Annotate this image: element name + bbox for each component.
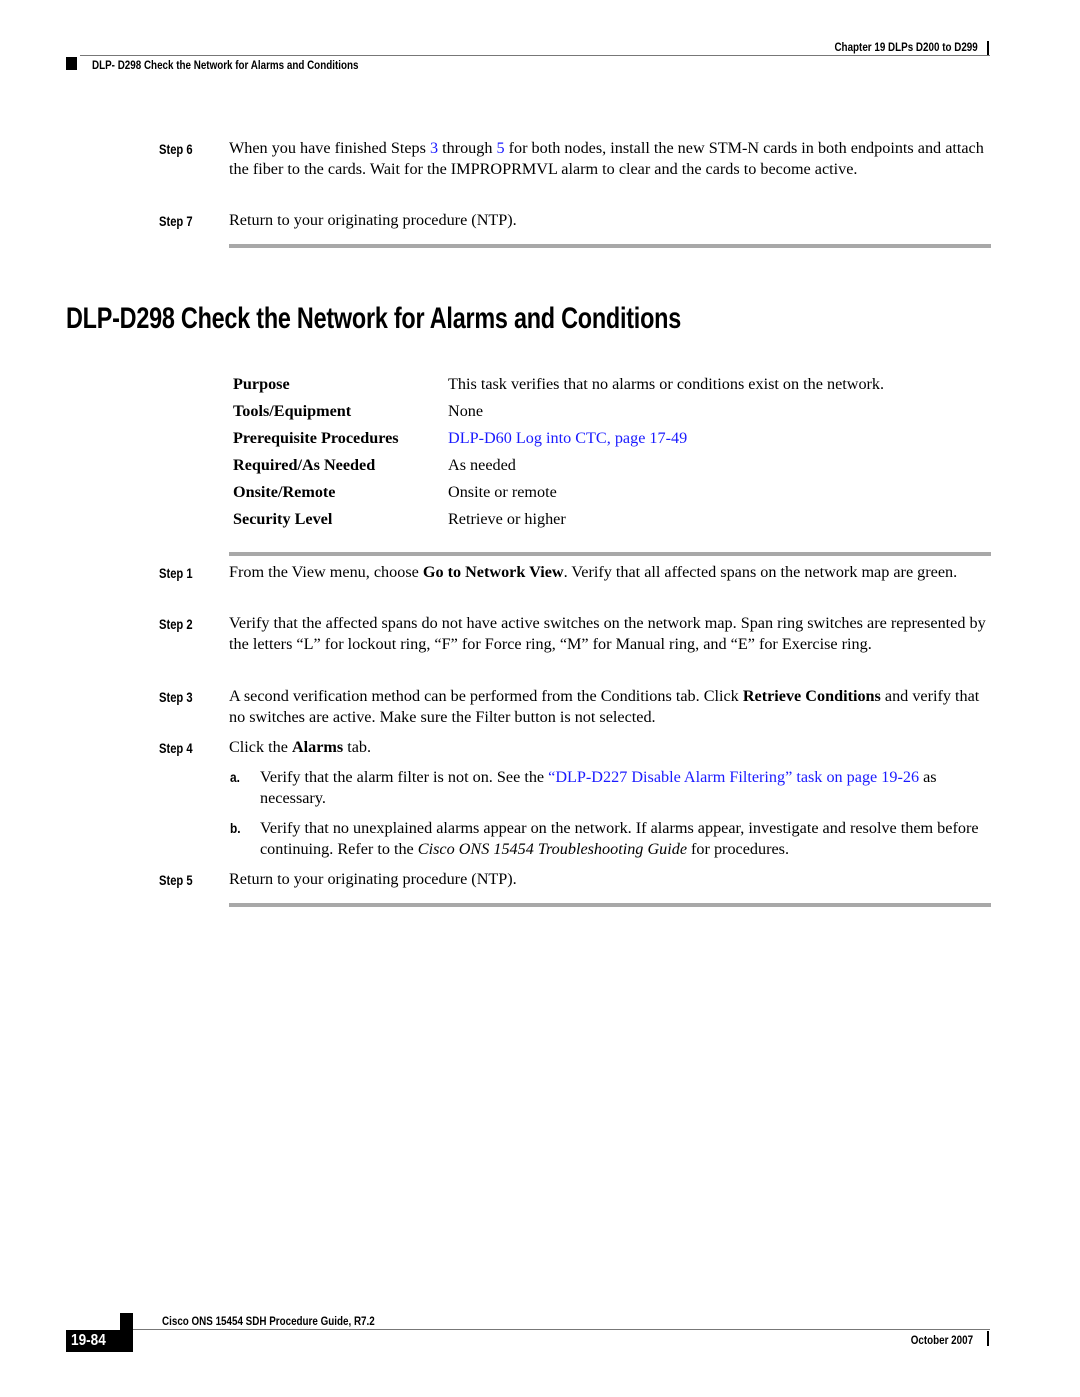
property-row-tools: Tools/Equipment None <box>0 402 1080 429</box>
text-run: Verify that the alarm filter is not on. … <box>260 768 549 786</box>
text-run: . Verify that all affected spans on the … <box>563 563 958 581</box>
step-text: A second verification method can be perf… <box>229 686 994 729</box>
property-value: None <box>448 402 484 420</box>
header-rule <box>80 55 990 56</box>
property-row-purpose: Purpose This task verifies that no alarm… <box>0 375 1080 402</box>
property-row-security: Security Level Retrieve or higher <box>0 510 1080 537</box>
header-bar-marker <box>987 41 989 56</box>
step-label: Step 7 <box>159 213 193 229</box>
text-run: When you have finished Steps <box>229 139 430 157</box>
text-run: A second verification method can be perf… <box>229 687 743 705</box>
text-run: From the View menu, choose <box>229 563 423 581</box>
property-value: Onsite or remote <box>448 483 557 501</box>
property-key: Prerequisite Procedures <box>233 429 399 447</box>
property-key: Tools/Equipment <box>233 402 352 420</box>
step-label: Step 1 <box>159 565 193 581</box>
disable-alarm-filtering-link[interactable]: “DLP-D227 Disable Alarm Filtering” task … <box>548 768 919 786</box>
prerequisite-link[interactable]: DLP-D60 Log into CTC, page 17-49 <box>448 429 687 448</box>
text-run: for procedures. <box>687 840 790 859</box>
property-row-prerequisite: Prerequisite Procedures DLP-D60 Log into… <box>0 429 1080 456</box>
procedure-end-rule <box>229 903 991 907</box>
property-key: Security Level <box>233 510 333 528</box>
running-header-chapter: Chapter 19 DLPs D200 to D299 <box>834 40 978 54</box>
step-text: Verify that the affected spans do not ha… <box>229 614 986 654</box>
document-title: Cisco ONS 15454 Troubleshooting Guide <box>417 840 687 859</box>
step-label: Step 6 <box>159 141 193 157</box>
footer-date: October 2007 <box>910 1333 973 1347</box>
step-text: Return to your originating procedure (NT… <box>229 870 517 888</box>
substep-text: Verify that the alarm filter is not on. … <box>260 767 995 810</box>
page-title: DLP-D298 Check the Network for Alarms an… <box>66 302 681 335</box>
substep-label: b. <box>230 820 241 836</box>
property-row-onsite: Onsite/Remote Onsite or remote <box>0 483 1080 510</box>
property-value: Retrieve or higher <box>448 510 566 528</box>
footer-square-marker <box>120 1313 133 1330</box>
page-number: 19-84 <box>71 1332 106 1349</box>
step-5-link[interactable]: 5 <box>497 139 505 157</box>
property-value: This task verifies that no alarms or con… <box>448 375 885 393</box>
footer-guide-title: Cisco ONS 15454 SDH Procedure Guide, R7.… <box>162 1314 375 1328</box>
step-label: Step 3 <box>159 689 193 705</box>
substep-text: Verify that no unexplained alarms appear… <box>260 818 995 861</box>
step-text: Click the Alarms tab. <box>229 737 994 758</box>
property-row-required: Required/As Needed As needed <box>0 456 1080 483</box>
text-run: tab. <box>343 738 372 756</box>
step-text: When you have finished Steps 3 through 5… <box>229 138 994 181</box>
property-key: Required/As Needed <box>233 456 376 474</box>
ui-term: Retrieve Conditions <box>742 687 881 705</box>
step-label: Step 4 <box>159 740 193 756</box>
footer-bar-marker <box>987 1331 989 1346</box>
step-3-link[interactable]: 3 <box>430 139 438 157</box>
step-text: Return to your originating procedure (NT… <box>229 211 517 229</box>
page-number-badge: 19-84 <box>66 1330 133 1352</box>
property-key: Onsite/Remote <box>233 483 336 501</box>
step-text: From the View menu, choose Go to Network… <box>229 562 994 583</box>
step-label: Step 2 <box>159 616 193 632</box>
properties-end-rule <box>229 552 991 556</box>
procedure-end-rule <box>229 244 991 248</box>
property-value: As needed <box>448 456 516 474</box>
ui-term: Alarms <box>291 738 344 756</box>
footer-rule <box>133 1329 990 1330</box>
property-key: Purpose <box>233 375 290 393</box>
running-header-section: DLP- D298 Check the Network for Alarms a… <box>92 58 359 72</box>
text-run: Click the <box>229 738 292 756</box>
header-square-marker <box>66 57 77 70</box>
step-label: Step 5 <box>159 872 193 888</box>
substep-label: a. <box>230 769 240 785</box>
text-run: through <box>438 139 497 157</box>
ui-term: Go to Network View <box>422 563 564 581</box>
